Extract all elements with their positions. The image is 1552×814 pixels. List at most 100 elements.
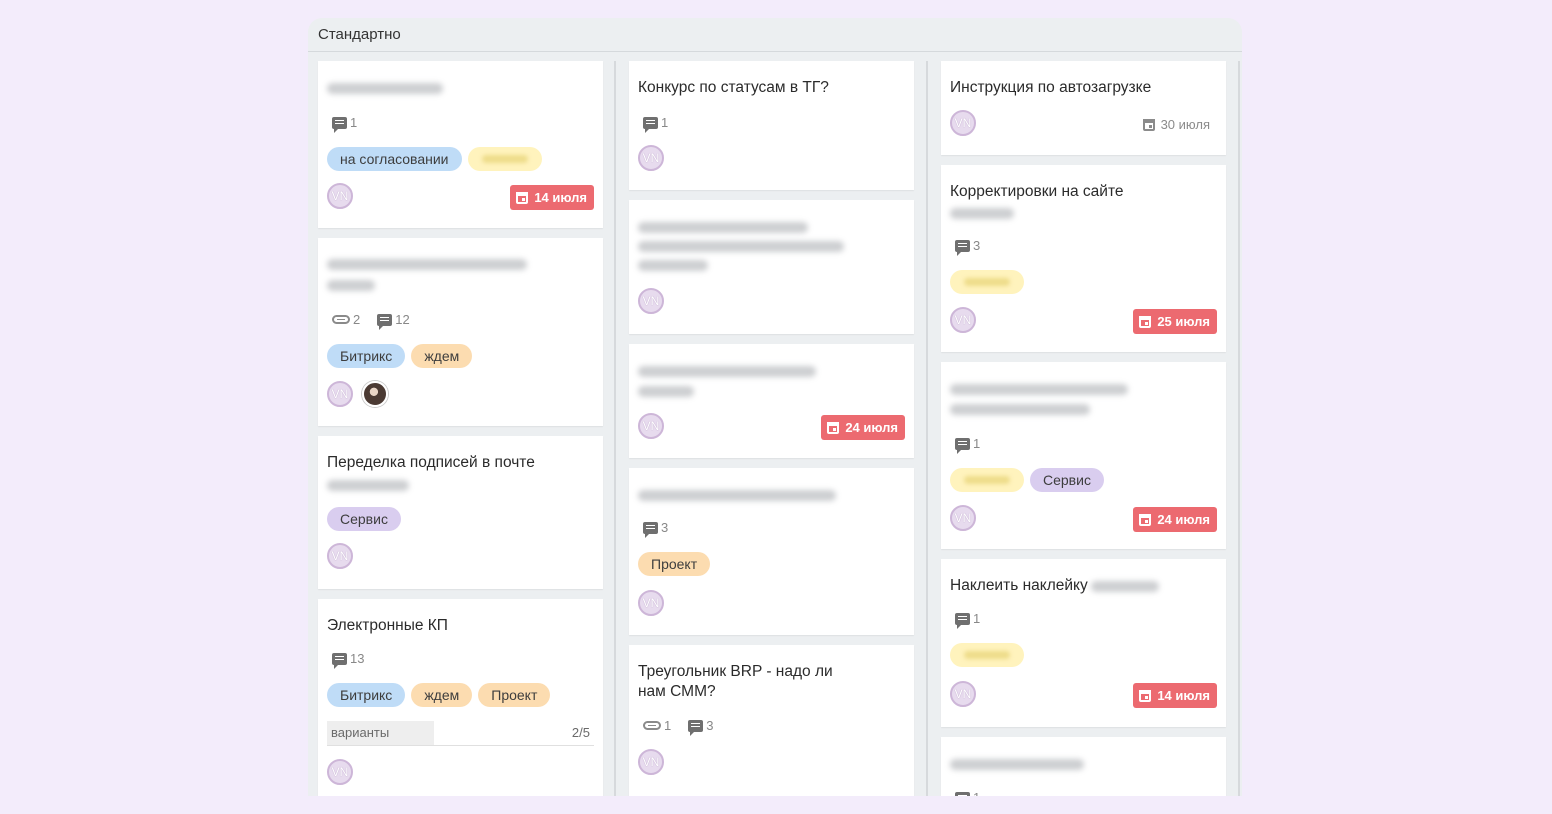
tag-list: Проект <box>638 552 711 576</box>
task-card[interactable]: Корректировки на сайте 3 VN 25 июля <box>941 165 1226 352</box>
attachment-count: 2 <box>353 312 361 327</box>
due-date-badge[interactable]: 14 июля <box>1133 683 1217 708</box>
task-card[interactable]: Наклеить наклейку 1 VN 14 июля <box>941 559 1226 727</box>
avatar[interactable]: VN <box>327 543 353 569</box>
tag[interactable]: на согласовании <box>327 147 462 171</box>
tag-blurred[interactable] <box>950 643 1024 667</box>
card-title: Треугольник BRP - надо ли нам СММ? <box>638 663 833 700</box>
tag-blurred[interactable] <box>950 270 1024 294</box>
tag[interactable]: ждем <box>411 683 473 707</box>
calendar-icon <box>827 421 840 434</box>
due-date-badge[interactable]: 14 июля <box>510 185 594 210</box>
calendar-icon <box>1142 118 1155 131</box>
avatar[interactable]: VN <box>638 288 664 314</box>
task-card[interactable]: 1 Сервис VN 24 июля <box>941 362 1226 549</box>
task-card[interactable]: Треугольник BRP - надо ли нам СММ? 1 3 V… <box>629 645 914 796</box>
due-date-badge[interactable]: 24 июля <box>821 415 905 440</box>
task-card[interactable]: VN 24 июля <box>629 344 914 458</box>
tag-list <box>950 643 1024 667</box>
calendar-icon <box>1139 315 1152 328</box>
task-card[interactable]: Конкурс по статусам в ТГ? 1 VN <box>629 61 914 190</box>
checklist-progress[interactable]: варианты 2/5 <box>327 721 594 746</box>
calendar-icon <box>1139 689 1152 702</box>
calendar-icon <box>1139 513 1152 526</box>
kanban-board: Стандартно 1 на согласовании VN 14 июля … <box>308 18 1242 796</box>
card-meta: 3 <box>955 238 994 256</box>
avatar[interactable]: VN <box>950 681 976 707</box>
due-date-label[interactable]: 30 июля <box>1137 112 1217 137</box>
card-title: Корректировки на сайте <box>950 183 1124 200</box>
task-card[interactable]: Переделка подписей в почте Сервис VN <box>318 436 603 589</box>
task-card[interactable]: 1 на согласовании VN 14 июля <box>318 61 603 228</box>
board-title: Стандартно <box>308 18 1242 52</box>
blurred-title <box>638 490 836 501</box>
tag-list: Битрикс ждем Проект <box>327 683 551 707</box>
task-card[interactable]: Электронные КП 13 Битрикс ждем Проект ва… <box>318 599 603 796</box>
card-title: Наклеить наклейку <box>950 577 1088 594</box>
tag-list: Битрикс ждем <box>327 344 473 368</box>
avatar[interactable]: VN <box>950 505 976 531</box>
avatar[interactable]: VN <box>327 183 353 209</box>
card-title: Конкурс по статусам в ТГ? <box>638 79 829 96</box>
tag[interactable]: Проект <box>478 683 551 707</box>
column-divider <box>614 61 616 796</box>
tag[interactable]: Битрикс <box>327 683 406 707</box>
tag-list: Сервис <box>950 468 1104 492</box>
card-title: Инструкция по автозагрузке <box>950 79 1152 96</box>
due-date-badge[interactable]: 24 июля <box>1133 507 1217 532</box>
avatar-photo[interactable] <box>362 381 388 407</box>
checklist-label: варианты <box>331 725 390 740</box>
tag-blurred[interactable] <box>467 147 542 171</box>
calendar-icon <box>516 191 529 204</box>
card-meta: 1 <box>955 611 994 629</box>
tag-list: на согласовании <box>327 147 542 171</box>
comment-count: 1 <box>661 115 669 130</box>
comment-count: 3 <box>661 520 669 535</box>
checklist-count: 2/5 <box>571 725 590 740</box>
kanban-column: 1 на согласовании VN 14 июля 2 12 Битрик… <box>318 61 603 796</box>
avatar[interactable]: VN <box>327 381 353 407</box>
paperclip-icon <box>332 315 350 324</box>
task-card[interactable]: 3 Проект VN <box>629 468 914 635</box>
kanban-column: Конкурс по статусам в ТГ? 1 VN VN VN 24 … <box>629 61 914 796</box>
tag[interactable]: Сервис <box>327 507 401 531</box>
tag[interactable]: ждем <box>411 344 473 368</box>
card-meta: 1 <box>643 115 682 133</box>
comment-icon <box>955 612 970 629</box>
avatar[interactable]: VN <box>950 110 976 136</box>
paperclip-icon <box>643 721 661 730</box>
avatar[interactable]: VN <box>638 145 664 171</box>
tag[interactable]: Битрикс <box>327 344 406 368</box>
card-meta: 3 <box>643 520 682 538</box>
blurred-title <box>950 759 1084 770</box>
tag[interactable]: Проект <box>638 552 711 576</box>
task-card[interactable]: 1 <box>941 737 1226 796</box>
comment-icon <box>955 437 970 454</box>
avatar[interactable]: VN <box>638 590 664 616</box>
column-divider <box>1238 61 1240 796</box>
avatar[interactable]: VN <box>638 749 664 775</box>
card-title: Электронные КП <box>327 617 448 634</box>
avatar[interactable]: VN <box>327 759 353 785</box>
comment-count: 1 <box>973 436 981 451</box>
comment-icon <box>643 116 658 133</box>
blurred-title <box>327 259 527 270</box>
comment-count: 1 <box>350 115 358 130</box>
task-card[interactable]: Инструкция по автозагрузке VN 30 июля <box>941 61 1226 155</box>
comment-icon <box>377 313 393 330</box>
task-card[interactable]: VN <box>629 200 914 334</box>
task-card[interactable]: 2 12 Битрикс ждем VN <box>318 238 603 426</box>
due-date-badge[interactable]: 25 июля <box>1133 309 1217 334</box>
comment-count: 1 <box>973 611 981 626</box>
avatar[interactable]: VN <box>950 307 976 333</box>
card-meta: 1 <box>955 790 994 796</box>
comment-icon <box>643 521 658 538</box>
avatar[interactable]: VN <box>638 413 664 439</box>
comment-count: 12 <box>395 312 410 327</box>
comment-count: 1 <box>973 790 980 796</box>
attachment-count: 1 <box>664 718 672 733</box>
tag[interactable]: Сервис <box>1030 468 1104 492</box>
tag-blurred[interactable] <box>950 468 1024 492</box>
comment-icon <box>955 791 970 796</box>
kanban-column: Инструкция по автозагрузке VN 30 июля Ко… <box>941 61 1226 796</box>
